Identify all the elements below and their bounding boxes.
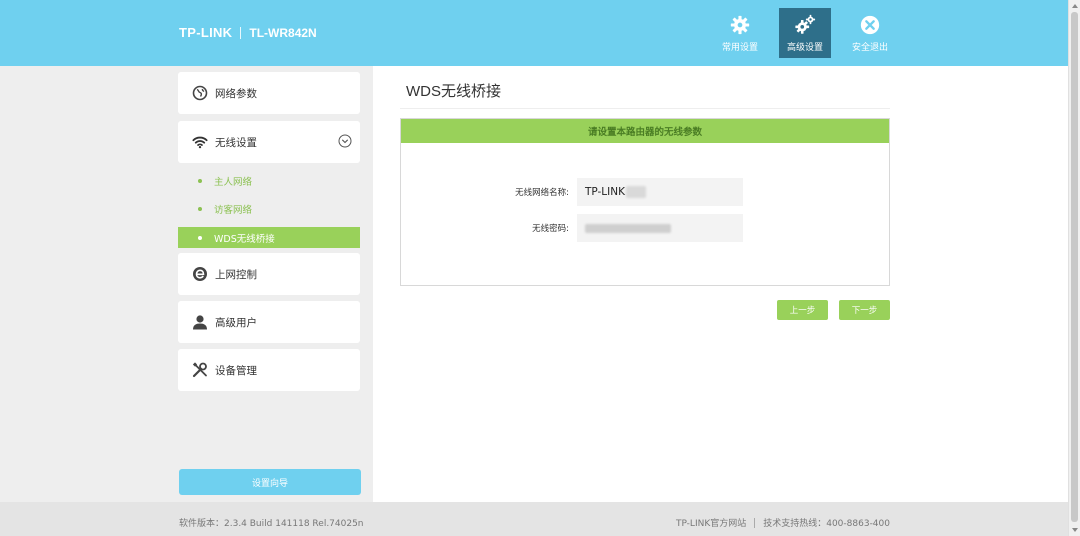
nav-common-settings[interactable]: 常用设置: [714, 8, 766, 58]
vertical-scrollbar[interactable]: [1068, 0, 1080, 536]
brand-logo: TP-LINK: [179, 25, 233, 40]
official-site-link[interactable]: TP-LINK官方网站: [676, 516, 746, 529]
password-redacted: [585, 223, 671, 233]
bullet-icon: [198, 235, 202, 240]
brand-divider: [240, 26, 242, 39]
nav-common-label: 常用设置: [721, 43, 758, 53]
sidebar-item-advanced-user[interactable]: 高级用户: [178, 301, 360, 343]
sidebar-item-label: 高级用户: [215, 316, 257, 329]
bullet-icon: [198, 206, 202, 211]
footer-links: TP-LINK官方网站 技术支持热线：400-8863-400: [676, 516, 890, 529]
bullet-icon: [198, 178, 202, 183]
model-name: TL-WR842N: [249, 25, 317, 40]
ssid-row: 无线网络名称: TP-LINK: [401, 178, 889, 206]
user-icon: [192, 314, 208, 330]
ssid-redacted: [626, 186, 646, 198]
sidebar-subitem-guest-network[interactable]: 访客网络: [178, 198, 360, 219]
sidebar-item-device-management[interactable]: 设备管理: [178, 349, 360, 391]
top-header: TP-LINK TL-WR842N 常用设置 高级设置 安全退出: [0, 0, 1080, 66]
sidebar-item-wireless[interactable]: 无线设置: [178, 121, 360, 163]
sidebar-subitem-label: 主人网络: [214, 176, 253, 188]
chevron-down-icon[interactable]: [338, 134, 352, 148]
ssid-value: TP-LINK: [585, 186, 625, 198]
tools-icon: [192, 362, 208, 378]
nav-advanced-label: 高级设置: [786, 43, 823, 53]
password-label: 无线密码:: [532, 224, 569, 234]
scroll-thumb[interactable]: [1071, 12, 1078, 522]
ssid-input[interactable]: TP-LINK: [577, 178, 743, 206]
wifi-icon: [192, 134, 208, 150]
gear-icon: [730, 15, 750, 35]
ssid-label: 无线网络名称:: [515, 188, 569, 198]
sidebar-subitem-label: WDS无线桥接: [214, 233, 275, 245]
support-hotline: 技术支持热线：400-8863-400: [763, 519, 890, 529]
sidebar-item-label: 上网控制: [215, 268, 257, 281]
panel-header: 请设置本路由器的无线参数: [401, 119, 889, 143]
sidebar-item-label: 无线设置: [215, 136, 257, 149]
sidebar-item-label: 网络参数: [215, 87, 257, 100]
nav-logout[interactable]: 安全退出: [844, 8, 896, 58]
globe-icon: [192, 85, 208, 101]
sidebar-subitem-wds-bridge[interactable]: WDS无线桥接: [178, 227, 360, 248]
footer-divider: [754, 517, 756, 528]
gears-icon: [795, 14, 816, 34]
prev-step-button[interactable]: 上一步: [777, 300, 828, 320]
sidebar-item-label: 设备管理: [215, 364, 257, 377]
close-circle-icon: [860, 15, 880, 35]
ie-icon: [192, 266, 208, 282]
footer: 软件版本：2.3.4 Build 141118 Rel.74025n TP-LI…: [0, 502, 1068, 536]
setup-wizard-button[interactable]: 设置向导: [179, 469, 361, 495]
scroll-down-icon[interactable]: [1072, 528, 1078, 532]
sidebar-subitem-host-network[interactable]: 主人网络: [178, 170, 360, 191]
password-row: 无线密码:: [401, 214, 889, 242]
brand: TP-LINK TL-WR842N: [179, 25, 317, 40]
next-step-button[interactable]: 下一步: [839, 300, 890, 320]
nav-advanced-settings[interactable]: 高级设置: [779, 8, 831, 58]
wireless-params-panel: 请设置本路由器的无线参数 无线网络名称: TP-LINK 无线密码:: [400, 118, 890, 286]
software-version: 软件版本：2.3.4 Build 141118 Rel.74025n: [179, 519, 364, 529]
sidebar-item-access-control[interactable]: 上网控制: [178, 253, 360, 295]
password-input[interactable]: [577, 214, 743, 242]
page-title: WDS无线桥接: [406, 83, 501, 100]
scroll-up-icon[interactable]: [1072, 4, 1078, 8]
top-nav: 常用设置 高级设置 安全退出: [701, 8, 896, 58]
sidebar-subitem-label: 访客网络: [214, 204, 253, 216]
sidebar-item-network[interactable]: 网络参数: [178, 72, 360, 114]
nav-logout-label: 安全退出: [851, 43, 888, 53]
title-divider: [400, 108, 890, 109]
